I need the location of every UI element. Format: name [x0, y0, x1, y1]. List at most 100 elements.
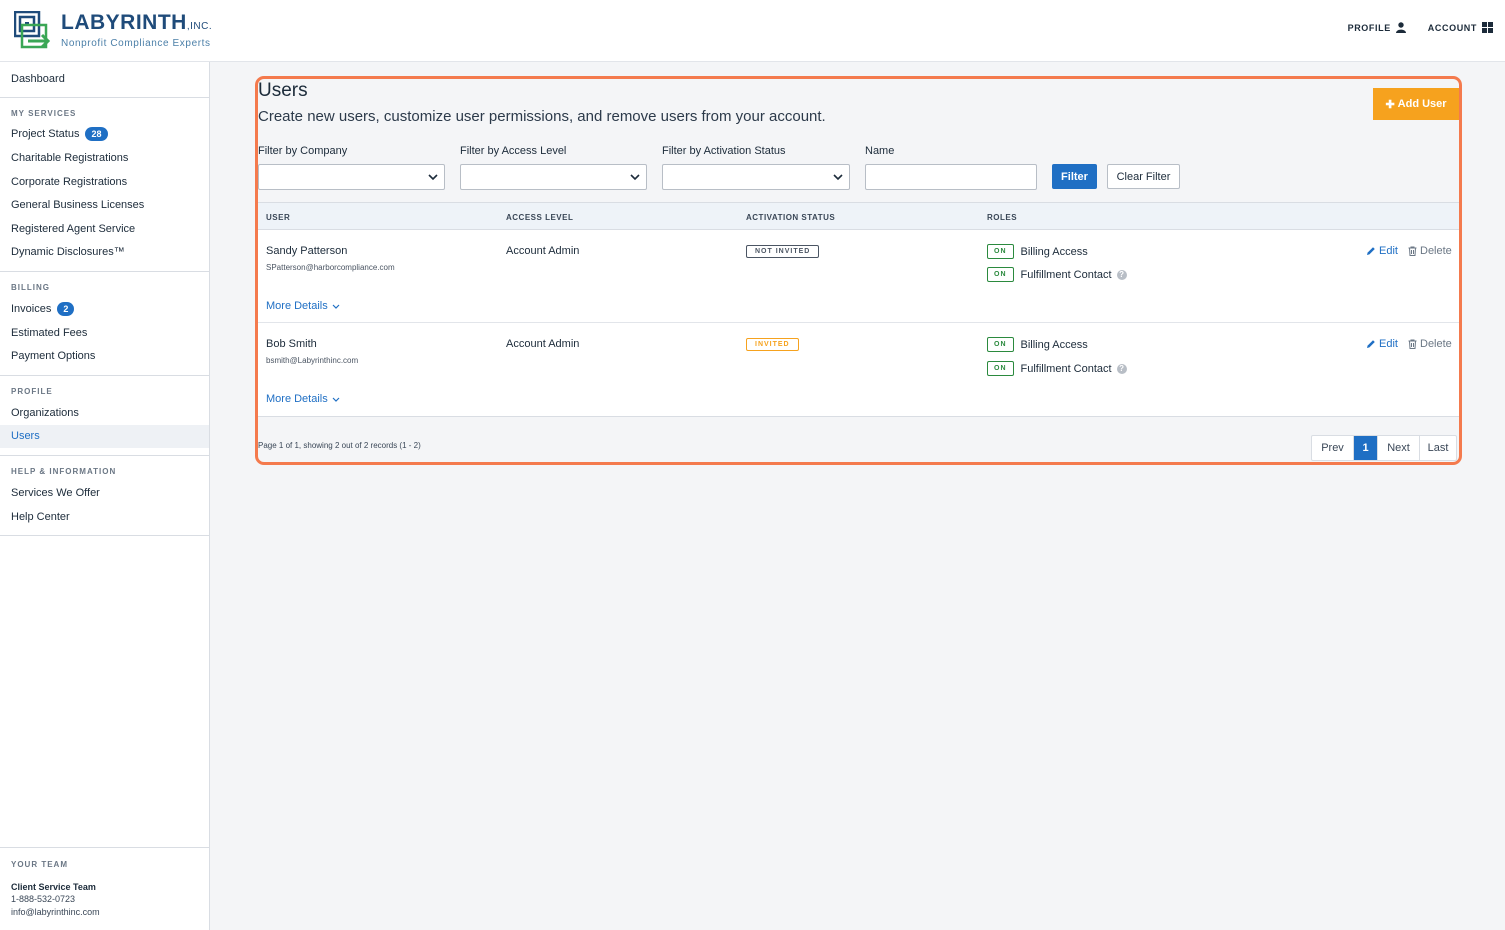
brand-logo[interactable]: LABYRINTH,INC. Nonprofit Compliance Expe…: [14, 11, 212, 49]
role-billing-access: ON Billing Access: [987, 337, 1088, 352]
profile-menu[interactable]: PROFILE: [1348, 22, 1406, 33]
name-filter-input[interactable]: [865, 164, 1037, 190]
edit-label: Edit: [1379, 245, 1398, 257]
team-name: Client Service Team: [11, 882, 96, 892]
role-toggle-badge[interactable]: ON: [987, 244, 1014, 259]
count-badge: 28: [85, 127, 108, 142]
sidebar-item-payment-options[interactable]: Payment Options: [0, 344, 209, 368]
user-email: SPatterson@harborcompliance.com: [266, 263, 395, 272]
user-name: Bob Smith: [266, 338, 317, 350]
sidebar-item-charitable-registrations[interactable]: Charitable Registrations: [0, 146, 209, 170]
sidebar-item-registered-agent-service[interactable]: Registered Agent Service: [0, 217, 209, 241]
column-header-access-level[interactable]: ACCESS LEVEL: [506, 213, 573, 222]
access-level: Account Admin: [506, 245, 580, 257]
team-heading: YOUR TEAM: [11, 860, 68, 869]
role-toggle-badge[interactable]: ON: [987, 337, 1014, 352]
column-header-user[interactable]: USER: [266, 213, 290, 222]
more-details-label: More Details: [266, 393, 328, 405]
team-phone[interactable]: 1-888-532-0723: [11, 893, 198, 906]
sidebar-item-general-business-licenses[interactable]: General Business Licenses: [0, 193, 209, 217]
user-icon: [1395, 22, 1406, 33]
filter-name-label: Name: [865, 145, 895, 157]
team-email[interactable]: info@labyrinthinc.com: [11, 906, 198, 919]
role-label: Billing Access: [1020, 245, 1088, 258]
delete-label: Delete: [1420, 245, 1452, 257]
role-label: Fulfillment Contact: [1020, 268, 1112, 281]
sidebar-item-help-center[interactable]: Help Center: [0, 505, 209, 529]
delete-button[interactable]: Delete: [1408, 338, 1452, 350]
clear-filter-button[interactable]: Clear Filter: [1107, 164, 1180, 189]
role-fulfillment-contact: ON Fulfillment Contact ?: [987, 267, 1127, 282]
more-details-label: More Details: [266, 300, 328, 312]
top-nav: PROFILE ACCOUNT: [1348, 22, 1493, 33]
more-details-toggle[interactable]: More Details: [266, 300, 340, 312]
table-row: Sandy Patterson SPatterson@harborcomplia…: [258, 230, 1459, 323]
delete-button[interactable]: Delete: [1408, 245, 1452, 257]
role-billing-access: ON Billing Access: [987, 244, 1088, 259]
records-summary: Page 1 of 1, showing 2 out of 2 records …: [258, 441, 421, 450]
sidebar-item-dashboard[interactable]: Dashboard: [0, 67, 209, 91]
sidebar-heading-profile: PROFILE: [11, 386, 53, 396]
account-menu[interactable]: ACCOUNT: [1428, 22, 1493, 33]
app-header: LABYRINTH,INC. Nonprofit Compliance Expe…: [0, 0, 1505, 62]
help-icon[interactable]: ?: [1116, 363, 1127, 374]
edit-button[interactable]: Edit: [1366, 245, 1398, 257]
pencil-icon: [1367, 340, 1375, 348]
pager-last[interactable]: Last: [1419, 436, 1456, 460]
page-title: Users: [258, 80, 308, 101]
count-badge: 2: [57, 301, 75, 316]
pagination: Prev 1 Next Last: [1311, 435, 1457, 461]
filter-company-select[interactable]: [258, 164, 445, 190]
more-details-toggle[interactable]: More Details: [266, 393, 340, 405]
trash-icon: [1408, 339, 1417, 349]
filter-access-select[interactable]: [460, 164, 647, 190]
pager-page-current[interactable]: 1: [1353, 436, 1377, 460]
sidebar-heading-my-services: MY SERVICES: [11, 108, 77, 118]
access-level: Account Admin: [506, 338, 580, 350]
sidebar-item-users[interactable]: Users: [0, 424, 209, 449]
role-toggle-badge[interactable]: ON: [987, 361, 1014, 376]
sidebar-item-invoices[interactable]: Invoices 2: [0, 297, 209, 321]
user-email: bsmith@Labyrinthinc.com: [266, 356, 359, 365]
status-badge: INVITED: [746, 338, 799, 351]
user-name: Sandy Patterson: [266, 245, 348, 257]
sidebar-item-estimated-fees[interactable]: Estimated Fees: [0, 321, 209, 345]
chevron-down-icon: [630, 173, 640, 180]
table-header: USER ACCESS LEVEL ACTIVATION STATUS ROLE…: [258, 202, 1459, 230]
help-icon[interactable]: ?: [1116, 269, 1127, 280]
your-team-panel: YOUR TEAM Client Service Team 1-888-532-…: [0, 847, 209, 930]
sidebar-item-organizations[interactable]: Organizations: [0, 401, 209, 425]
chevron-down-icon: [332, 397, 340, 402]
column-header-activation-status[interactable]: ACTIVATION STATUS: [746, 213, 835, 222]
plus-icon: ✚: [1385, 98, 1395, 111]
pencil-icon: [1367, 247, 1375, 255]
edit-button[interactable]: Edit: [1366, 338, 1398, 350]
users-panel: Users Create new users, customize user p…: [255, 76, 1462, 465]
sidebar-item-dynamic-disclosures[interactable]: Dynamic Disclosures™: [0, 241, 209, 265]
sidebar-heading-billing: BILLING: [11, 283, 50, 293]
add-user-button[interactable]: ✚ Add User: [1373, 88, 1459, 120]
filter-company-label: Filter by Company: [258, 145, 348, 157]
filter-access-label: Filter by Access Level: [460, 145, 567, 157]
role-fulfillment-contact: ON Fulfillment Contact ?: [987, 361, 1127, 376]
sidebar-item-project-status[interactable]: Project Status 28: [0, 123, 209, 147]
filter-button[interactable]: Filter: [1052, 164, 1097, 189]
role-label: Fulfillment Contact: [1020, 362, 1112, 375]
brand-tagline: Nonprofit Compliance Experts: [61, 38, 211, 49]
labyrinth-logo-icon: [14, 11, 51, 49]
pager-next[interactable]: Next: [1377, 436, 1419, 460]
filter-activation-label: Filter by Activation Status: [662, 145, 786, 157]
pager-prev[interactable]: Prev: [1312, 436, 1353, 460]
chevron-down-icon: [428, 173, 438, 180]
filter-activation-select[interactable]: [662, 164, 850, 190]
trash-icon: [1408, 246, 1417, 256]
table-row: Bob Smith bsmith@Labyrinthinc.com Accoun…: [258, 323, 1459, 416]
role-toggle-badge[interactable]: ON: [987, 267, 1014, 282]
account-menu-label: ACCOUNT: [1427, 22, 1477, 33]
sidebar-item-corporate-registrations[interactable]: Corporate Registrations: [0, 170, 209, 194]
grid-icon: [1482, 22, 1493, 33]
column-header-roles[interactable]: ROLES: [987, 213, 1017, 222]
sidebar-item-services-we-offer[interactable]: Services We Offer: [0, 481, 209, 505]
status-badge: NOT INVITED: [746, 245, 820, 258]
role-label: Billing Access: [1020, 338, 1088, 351]
